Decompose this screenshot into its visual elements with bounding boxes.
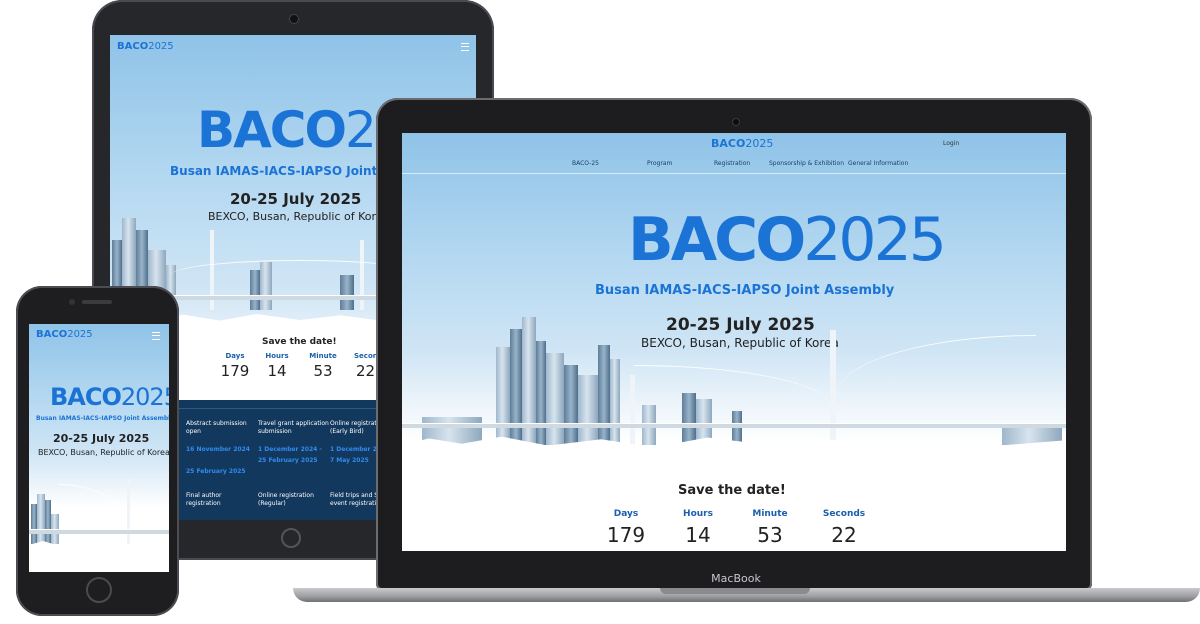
phone-logo[interactable]: BACO2025: [36, 329, 93, 340]
countdown-hours-label: Hours: [683, 509, 713, 519]
key-date-value: 16 November 2024: [186, 446, 250, 453]
countdown-days-value: 179: [606, 523, 646, 547]
countdown-hours-value: 14: [685, 523, 711, 547]
nav-item-general-information[interactable]: General Information: [848, 160, 908, 167]
phone-screen: BACO2025 BACO2025 Busan IAMAS-IACS-IAPSO…: [29, 324, 169, 572]
skyline-image: [29, 474, 169, 544]
countdown-days-label: Days: [613, 509, 639, 519]
hamburger-menu-icon[interactable]: [461, 43, 469, 51]
nav-item-registration[interactable]: Registration: [714, 160, 750, 167]
hero-title: BACO2025: [628, 205, 947, 275]
laptop-notch: [660, 588, 810, 594]
hero-dates: 20-25 July 2025: [53, 432, 150, 445]
countdown-minute-value: 53: [313, 362, 333, 380]
hero-subtitle: Busan IAMAS-IACS-IAPSO Joint As: [170, 164, 398, 178]
login-link[interactable]: Login: [943, 140, 959, 147]
countdown-seconds-label: Seconds: [822, 509, 866, 519]
tablet-camera: [289, 14, 299, 24]
nav-item-baco-25[interactable]: BACO-25: [572, 160, 599, 167]
laptop-camera: [732, 118, 740, 126]
countdown-days-value: 179: [220, 362, 250, 380]
hero-subtitle: Busan IAMAS-IACS-IAPSO Joint Assembly: [595, 283, 895, 298]
countdown-minute-label: Minute: [309, 352, 337, 360]
hero-location: BEXCO, Busan, Republic of Korea: [38, 448, 169, 457]
tablet-home-button[interactable]: [281, 528, 301, 548]
phone-speaker: [82, 300, 112, 304]
countdown-days-label: Days: [225, 352, 245, 360]
key-date-title: Online registration (Regular): [258, 492, 314, 507]
key-date-value: 25 February 2025: [258, 457, 318, 464]
key-date-title: Abstract submission open: [186, 420, 247, 435]
countdown-heading: Save the date!: [678, 483, 786, 498]
laptop-screen: BACO2025 Login BACO-25 Program Registrat…: [402, 133, 1066, 551]
countdown-hours-label: Hours: [265, 352, 289, 360]
nav-item-sponsorship[interactable]: Sponsorship & Exhibition: [769, 160, 844, 167]
phone-home-button[interactable]: [86, 577, 112, 603]
phone-camera: [69, 299, 75, 305]
hero-title: BACO2025: [50, 383, 169, 411]
key-date-value: 7 May 2025: [330, 457, 369, 464]
skyline-image: [402, 305, 1066, 445]
hamburger-menu-icon[interactable]: [152, 332, 160, 340]
hero-subtitle: Busan IAMAS-IACS-IAPSO Joint Assembly: [36, 415, 169, 422]
key-date-value: 1 December 2: [330, 446, 377, 453]
countdown-minute-label: Minute: [752, 509, 788, 519]
nav-item-program[interactable]: Program: [647, 160, 672, 167]
key-date-value: 25 February 2025: [186, 468, 246, 475]
tablet-logo[interactable]: BACO2025: [117, 41, 174, 52]
site-logo[interactable]: BACO2025: [711, 137, 773, 150]
key-date-title: Final author registration: [186, 492, 222, 507]
key-date-value: 1 December 2024 -: [258, 446, 322, 453]
countdown-seconds-value: 22: [831, 523, 857, 547]
countdown-minute-value: 53: [757, 523, 783, 547]
countdown-heading: Save the date!: [262, 337, 337, 347]
laptop-brand-label: MacBook: [711, 572, 761, 585]
countdown-hours-value: 14: [267, 362, 287, 380]
key-date-title: Travel grant application submission: [258, 420, 329, 435]
